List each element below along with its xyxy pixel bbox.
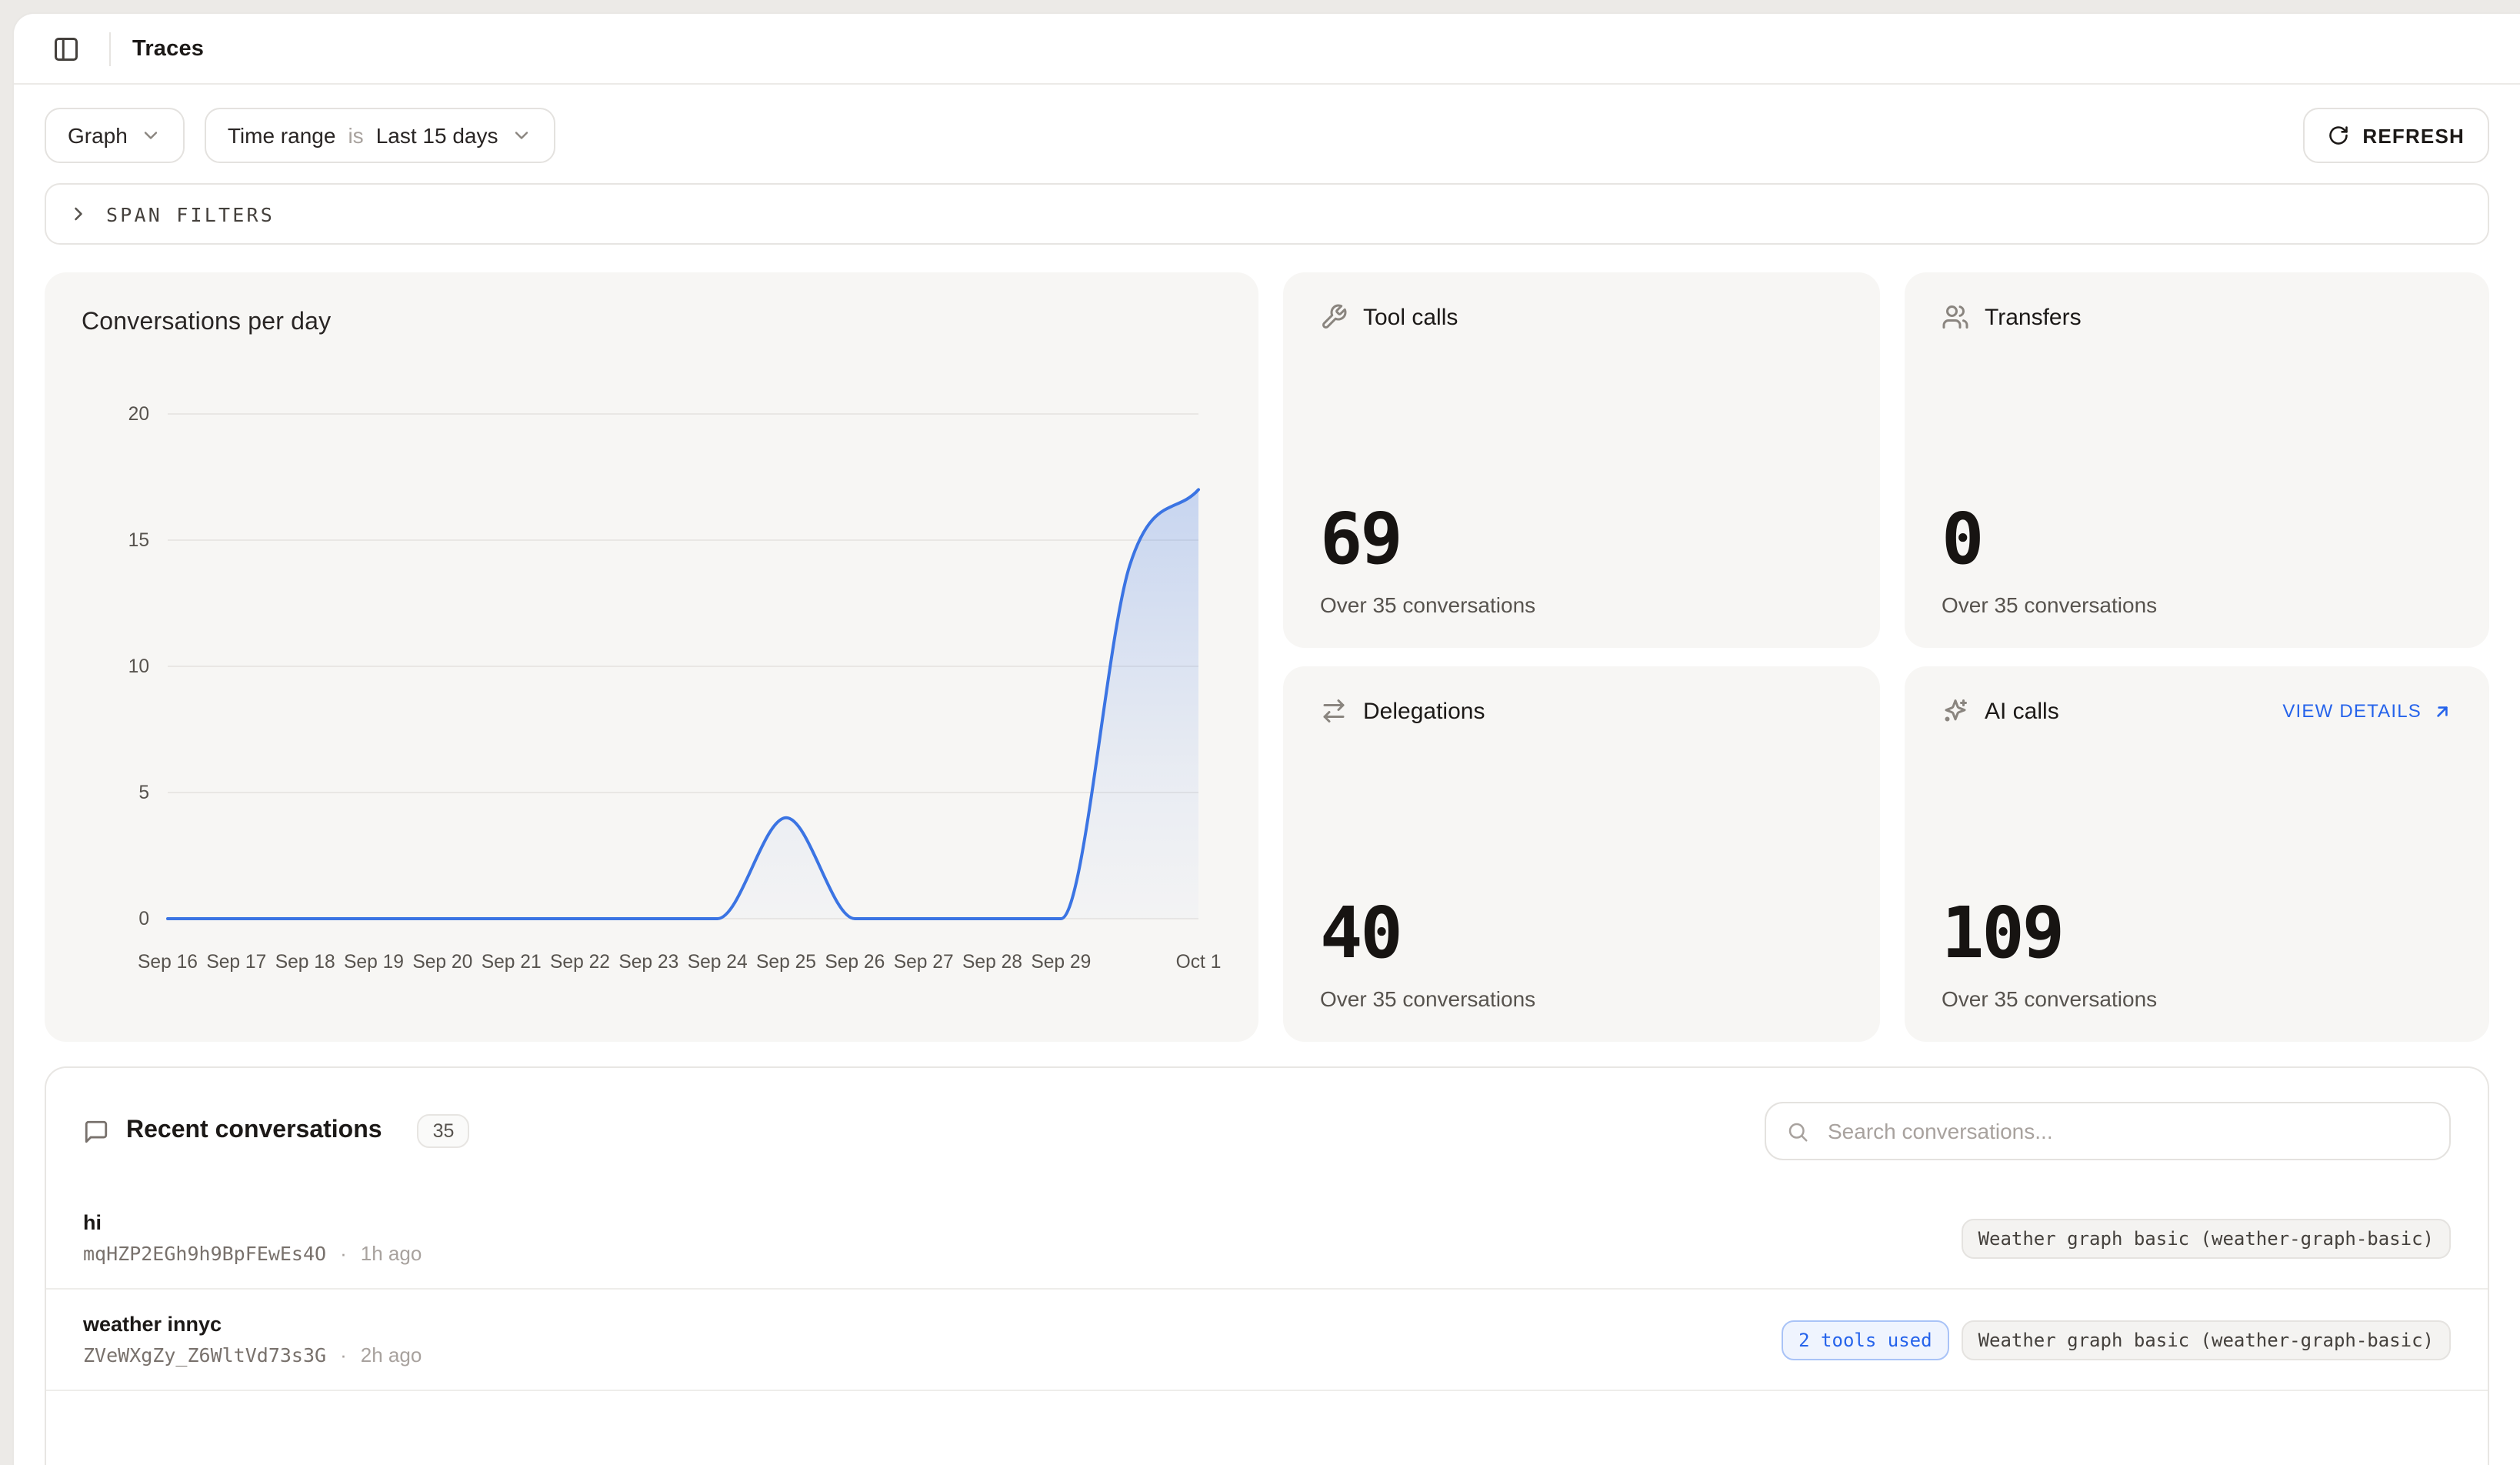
chevron-down-icon <box>510 125 532 146</box>
svg-text:Sep 23: Sep 23 <box>618 952 678 973</box>
svg-text:Sep 20: Sep 20 <box>412 952 472 973</box>
search-box <box>1765 1102 2451 1160</box>
filter-value: Last 15 days <box>376 123 498 148</box>
header-divider <box>109 32 111 65</box>
stat-value: 0 <box>1942 503 2452 574</box>
svg-text:Sep 26: Sep 26 <box>825 952 885 973</box>
stat-value: 109 <box>1942 897 2452 968</box>
stat-card-ai-calls: AI calls VIEW DETAILS 109 Over 35 conver… <box>1905 666 2489 1042</box>
arrows-swap-icon <box>1320 697 1348 725</box>
span-filters-toggle[interactable]: SPAN FILTERS <box>45 183 2489 245</box>
stat-value: 69 <box>1320 503 1843 574</box>
svg-text:Sep 19: Sep 19 <box>344 952 404 973</box>
recent-conversations-section: Recent conversations 35 hi mqHZP2EGh9h9B… <box>45 1066 2489 1465</box>
meta-separator: · <box>340 1242 347 1265</box>
svg-text:Oct 1: Oct 1 <box>1176 952 1222 973</box>
conversations-area-chart: 0 5 10 15 20 Sep 16 Sep 17 Sep 18 Sep 19 Sep 20 Se… <box>82 359 1211 993</box>
chart-title: Conversations per day <box>82 309 1222 337</box>
stat-caption: Over 35 conversations <box>1942 592 2452 617</box>
refresh-label: REFRESH <box>2362 124 2465 147</box>
span-filters-label: SPAN FILTERS <box>106 202 275 225</box>
toolbar: Graph Time range is Last 15 days REFRESH <box>45 108 2489 163</box>
view-details-link[interactable]: VIEW DETAILS <box>2282 700 2452 722</box>
refresh-button[interactable]: REFRESH <box>2302 108 2489 163</box>
conversation-time: 2h ago <box>361 1343 422 1367</box>
conversation-list: hi mqHZP2EGh9h9BpFEwEs4O · 1h ago Weathe… <box>46 1188 2488 1391</box>
conversation-title: weather innyc <box>83 1313 422 1336</box>
conversation-id: ZVeWXgZy_Z6WltVd73s3G <box>83 1343 326 1367</box>
stat-caption: Over 35 conversations <box>1320 592 1843 617</box>
page: Traces Graph Time range is Last 15 days … <box>0 0 2520 1465</box>
svg-text:5: 5 <box>138 783 149 803</box>
svg-text:Sep 27: Sep 27 <box>894 952 954 973</box>
svg-text:Sep 22: Sep 22 <box>550 952 610 973</box>
svg-text:10: 10 <box>128 656 149 677</box>
view-details-label: VIEW DETAILS <box>2282 700 2422 722</box>
chevron-down-icon <box>140 125 162 146</box>
tools-used-badge: 2 tools used <box>1782 1320 1948 1360</box>
svg-text:20: 20 <box>128 404 149 425</box>
svg-text:Sep 17: Sep 17 <box>206 952 266 973</box>
users-icon <box>1942 303 1969 331</box>
sparkles-icon <box>1942 697 1969 725</box>
view-mode-label: Graph <box>68 123 128 148</box>
time-range-filter-dropdown[interactable]: Time range is Last 15 days <box>205 108 555 163</box>
agent-badge: Weather graph basic (weather-graph-basic… <box>1962 1320 2451 1360</box>
svg-text:Sep 29: Sep 29 <box>1031 952 1091 973</box>
chevron-right-icon <box>68 203 89 225</box>
svg-text:0: 0 <box>138 909 149 929</box>
refresh-icon <box>2327 125 2348 146</box>
recent-conversations-title: Recent conversations <box>126 1117 382 1145</box>
filter-operator: is <box>348 123 363 148</box>
app-panel: Traces Graph Time range is Last 15 days … <box>12 12 2520 1465</box>
conversations-chart-card: Conversations per day 0 5 10 15 20 Sep 16 Sep … <box>45 272 1258 1042</box>
agent-badge: Weather graph basic (weather-graph-basic… <box>1962 1218 2451 1258</box>
view-mode-dropdown[interactable]: Graph <box>45 108 185 163</box>
arrow-up-right-icon <box>2432 701 2452 721</box>
stat-caption: Over 35 conversations <box>1320 986 1843 1011</box>
sidebar-toggle-button[interactable] <box>45 27 88 70</box>
stat-caption: Over 35 conversations <box>1942 986 2452 1011</box>
message-square-icon <box>83 1118 109 1144</box>
stat-card-transfers: Transfers 0 Over 35 conversations <box>1905 272 2489 648</box>
dashboard-grid: Conversations per day 0 5 10 15 20 Sep 16 Sep … <box>45 272 2489 1042</box>
recent-conversations-header: Recent conversations 35 <box>46 1068 2488 1188</box>
svg-text:Sep 28: Sep 28 <box>962 952 1022 973</box>
svg-text:Sep 18: Sep 18 <box>275 952 335 973</box>
wrench-icon <box>1320 303 1348 331</box>
svg-text:Sep 24: Sep 24 <box>688 952 748 973</box>
top-bar: Traces <box>14 14 2520 85</box>
stat-card-delegations: Delegations 40 Over 35 conversations <box>1283 666 1880 1042</box>
stat-value: 40 <box>1320 897 1843 968</box>
stat-label: AI calls <box>1985 698 2059 724</box>
svg-text:15: 15 <box>128 530 149 551</box>
conversation-time: 1h ago <box>361 1242 422 1265</box>
stat-label: Delegations <box>1363 698 1485 724</box>
svg-text:Sep 21: Sep 21 <box>482 952 542 973</box>
conversation-row[interactable]: hi mqHZP2EGh9h9BpFEwEs4O · 1h ago Weathe… <box>46 1188 2488 1290</box>
search-conversations-input[interactable] <box>1825 1117 2429 1145</box>
stat-label: Transfers <box>1985 304 2082 330</box>
svg-text:Sep 25: Sep 25 <box>756 952 816 973</box>
svg-text:Sep 16: Sep 16 <box>138 952 198 973</box>
stat-card-tool-calls: Tool calls 69 Over 35 conversations <box>1283 272 1880 648</box>
conversation-id: mqHZP2EGh9h9BpFEwEs4O <box>83 1242 326 1265</box>
filter-field: Time range <box>228 123 336 148</box>
search-icon <box>1786 1120 1809 1143</box>
meta-separator: · <box>340 1343 347 1367</box>
conversation-title: hi <box>83 1211 422 1234</box>
page-title: Traces <box>132 36 204 61</box>
panel-left-icon <box>52 35 80 62</box>
conversation-row[interactable]: weather innyc ZVeWXgZy_Z6WltVd73s3G · 2h… <box>46 1290 2488 1391</box>
conversation-count-badge: 35 <box>418 1114 470 1148</box>
stat-label: Tool calls <box>1363 304 1458 330</box>
